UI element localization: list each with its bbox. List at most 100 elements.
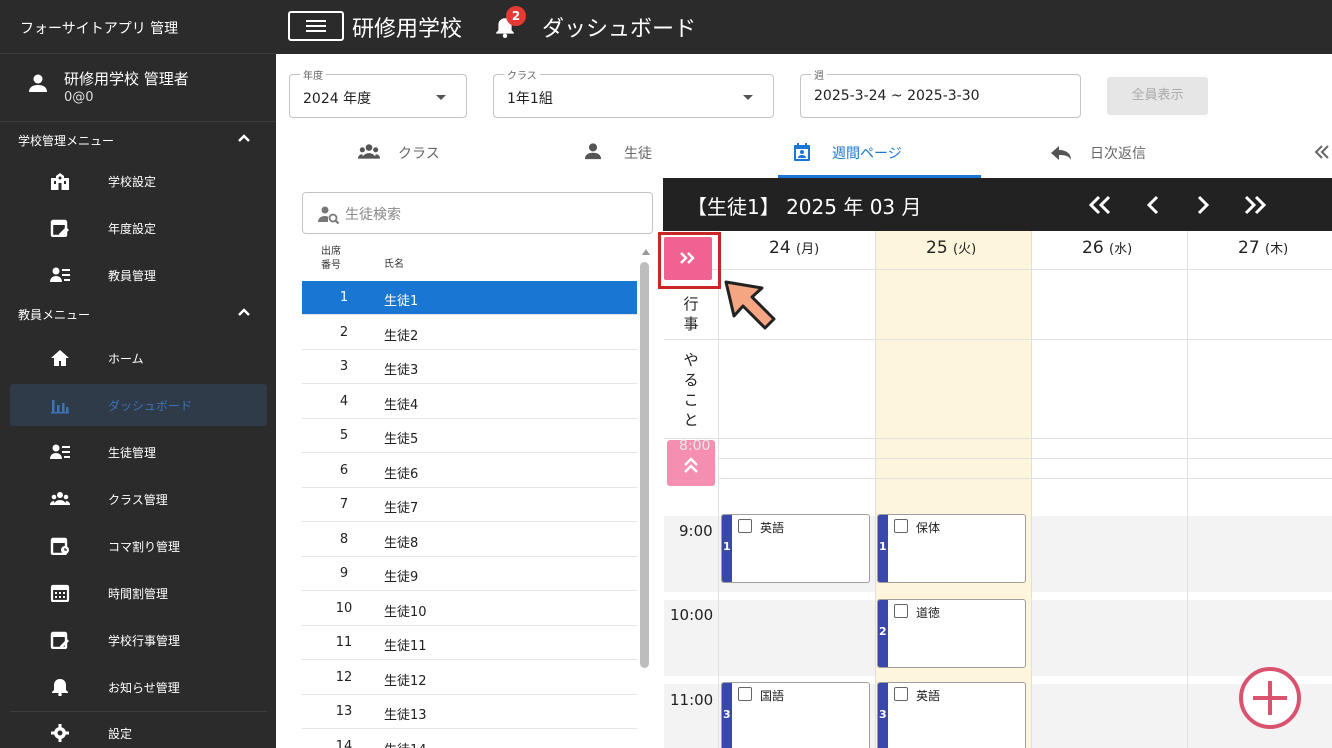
class-select-value: 1年1組: [507, 91, 553, 107]
scroll-up-arrow-icon[interactable]: [642, 249, 650, 255]
lesson-subject: 英語: [916, 689, 941, 703]
lesson-checkbox[interactable]: [894, 519, 908, 533]
chevron-up-icon: [238, 134, 250, 142]
class-select-label: クラス: [504, 67, 540, 82]
scroll-tabs-left-icon[interactable]: [1314, 144, 1330, 160]
lesson-checkbox[interactable]: [738, 687, 752, 701]
double-chevron-right-icon: [680, 252, 695, 264]
column-header-number-line1: 出席: [321, 246, 341, 257]
student-row[interactable]: 2 生徒2: [302, 316, 637, 350]
user-name: 研修用学校 管理者: [64, 70, 189, 88]
next-week-icon[interactable]: [1195, 194, 1211, 216]
student-name: 生徒7: [384, 501, 419, 516]
student-number: 6: [339, 462, 349, 478]
student-row[interactable]: 3 生徒3: [302, 350, 637, 384]
student-number: 10: [335, 600, 353, 616]
student-row[interactable]: 13 生徒13: [302, 695, 637, 729]
tab-label: 生徒: [624, 146, 652, 162]
student-row[interactable]: 11 生徒11: [302, 626, 637, 660]
period-number: 1: [879, 540, 887, 553]
student-number: 5: [339, 428, 349, 443]
sidebar-item-settings[interactable]: 設定: [10, 711, 267, 748]
student-row[interactable]: 9 生徒9: [302, 557, 637, 591]
sidebar-item-school-settings[interactable]: 学校設定: [10, 160, 267, 202]
lesson-card[interactable]: 1 保体: [877, 514, 1026, 583]
student-row[interactable]: 12 生徒12: [302, 661, 637, 695]
day-header-25: 25 (火): [926, 238, 977, 258]
column-header-number[interactable]: 出席 番号: [311, 245, 351, 273]
lesson-checkbox[interactable]: [738, 519, 752, 533]
student-row[interactable]: 8 生徒8: [302, 523, 637, 557]
student-number: 9: [339, 566, 349, 581]
sidebar-item-label: ホーム: [108, 352, 144, 366]
sidebar-item-timetable-management[interactable]: 時間割管理: [10, 572, 267, 614]
student-row[interactable]: 5 生徒5: [302, 419, 637, 453]
teacher-menu-header[interactable]: 教員メニュー: [0, 296, 276, 332]
lesson-card[interactable]: 3 国語: [721, 682, 870, 748]
grid-line: [664, 269, 1332, 270]
class-select[interactable]: クラス 1年1組: [493, 67, 774, 118]
prev-month-icon[interactable]: [1088, 194, 1112, 216]
show-all-button[interactable]: 全員表示: [1107, 77, 1208, 115]
lesson-card[interactable]: 1 英語: [721, 514, 870, 583]
sidebar-item-label: お知らせ管理: [108, 681, 180, 695]
tab-class[interactable]: クラス: [300, 130, 530, 177]
school-building-icon: [51, 173, 69, 190]
expand-list-button[interactable]: [664, 237, 712, 280]
tab-student[interactable]: 生徒: [560, 130, 760, 177]
add-circle-icon[interactable]: [1238, 666, 1302, 730]
person-search-icon: [318, 206, 340, 225]
bar-chart-icon: [51, 400, 69, 414]
sidebar-item-student-management[interactable]: 生徒管理: [10, 431, 267, 473]
column-header-name[interactable]: 氏名: [384, 255, 404, 270]
bell-icon: [52, 679, 68, 696]
tab-daily-reply[interactable]: 日次返信: [1030, 130, 1230, 177]
row-label-todo: やること: [683, 351, 699, 429]
lesson-checkbox[interactable]: [894, 604, 908, 618]
school-menu-header[interactable]: 学校管理メニュー: [0, 122, 276, 158]
student-row[interactable]: 1 生徒1: [302, 281, 637, 315]
double-chevron-up-icon: [684, 457, 698, 473]
lesson-subject: 道徳: [916, 606, 941, 620]
tab-weekly-page[interactable]: 週間ページ: [778, 130, 981, 177]
sidebar-item-school-events[interactable]: 学校行事管理: [10, 619, 267, 661]
sidebar-item-year-settings[interactable]: 年度設定: [10, 207, 267, 249]
student-row[interactable]: 10 生徒10: [302, 592, 637, 626]
week-field[interactable]: 週 2025-3-24 ~ 2025-3-30: [800, 67, 1081, 118]
sidebar-item-label: クラス管理: [108, 493, 168, 507]
student-number: 12: [335, 669, 353, 685]
student-row[interactable]: 6 生徒6: [302, 454, 637, 488]
student-row[interactable]: 4 生徒4: [302, 385, 637, 419]
sidebar-item-label: 生徒管理: [108, 446, 157, 460]
year-select[interactable]: 年度 2024 年度: [289, 67, 467, 118]
student-number: 1: [339, 290, 349, 305]
prev-week-icon[interactable]: [1145, 194, 1161, 216]
sidebar-item-class-management[interactable]: クラス管理: [10, 478, 267, 520]
student-number: 11: [335, 635, 353, 650]
student-search-input[interactable]: 生徒検索: [302, 192, 653, 234]
scrollbar-thumb[interactable]: [640, 262, 649, 668]
sidebar-item-dashboard[interactable]: ダッシュボード: [10, 384, 267, 426]
lesson-checkbox[interactable]: [894, 687, 908, 701]
next-month-icon[interactable]: [1243, 194, 1267, 216]
period-number: 3: [723, 708, 731, 721]
menu-toggle-button[interactable]: [288, 11, 344, 41]
lesson-card[interactable]: 2 道徳: [877, 599, 1026, 668]
sidebar-item-home[interactable]: ホーム: [10, 337, 267, 379]
student-row[interactable]: 7 生徒7: [302, 488, 637, 522]
sidebar-item-notice-management[interactable]: お知らせ管理: [10, 666, 267, 708]
hamburger-icon: [306, 20, 326, 22]
student-name: 生徒12: [384, 673, 427, 689]
student-name: 生徒2: [384, 328, 419, 344]
lesson-subject: 国語: [760, 689, 785, 703]
reply-icon: [1051, 146, 1071, 160]
sidebar-item-period-management[interactable]: コマ割り管理: [10, 525, 267, 567]
student-row[interactable]: 14 生徒14: [302, 730, 637, 748]
day-header-24: 24 (月): [769, 238, 820, 258]
period-number: 1: [723, 540, 731, 553]
pointer-arrow-icon: [724, 280, 776, 330]
sidebar-item-teacher-management[interactable]: 教員管理: [10, 254, 267, 296]
student-number: 13: [335, 704, 353, 719]
person-list-icon: [50, 444, 70, 459]
lesson-card[interactable]: 3 英語: [877, 682, 1026, 748]
